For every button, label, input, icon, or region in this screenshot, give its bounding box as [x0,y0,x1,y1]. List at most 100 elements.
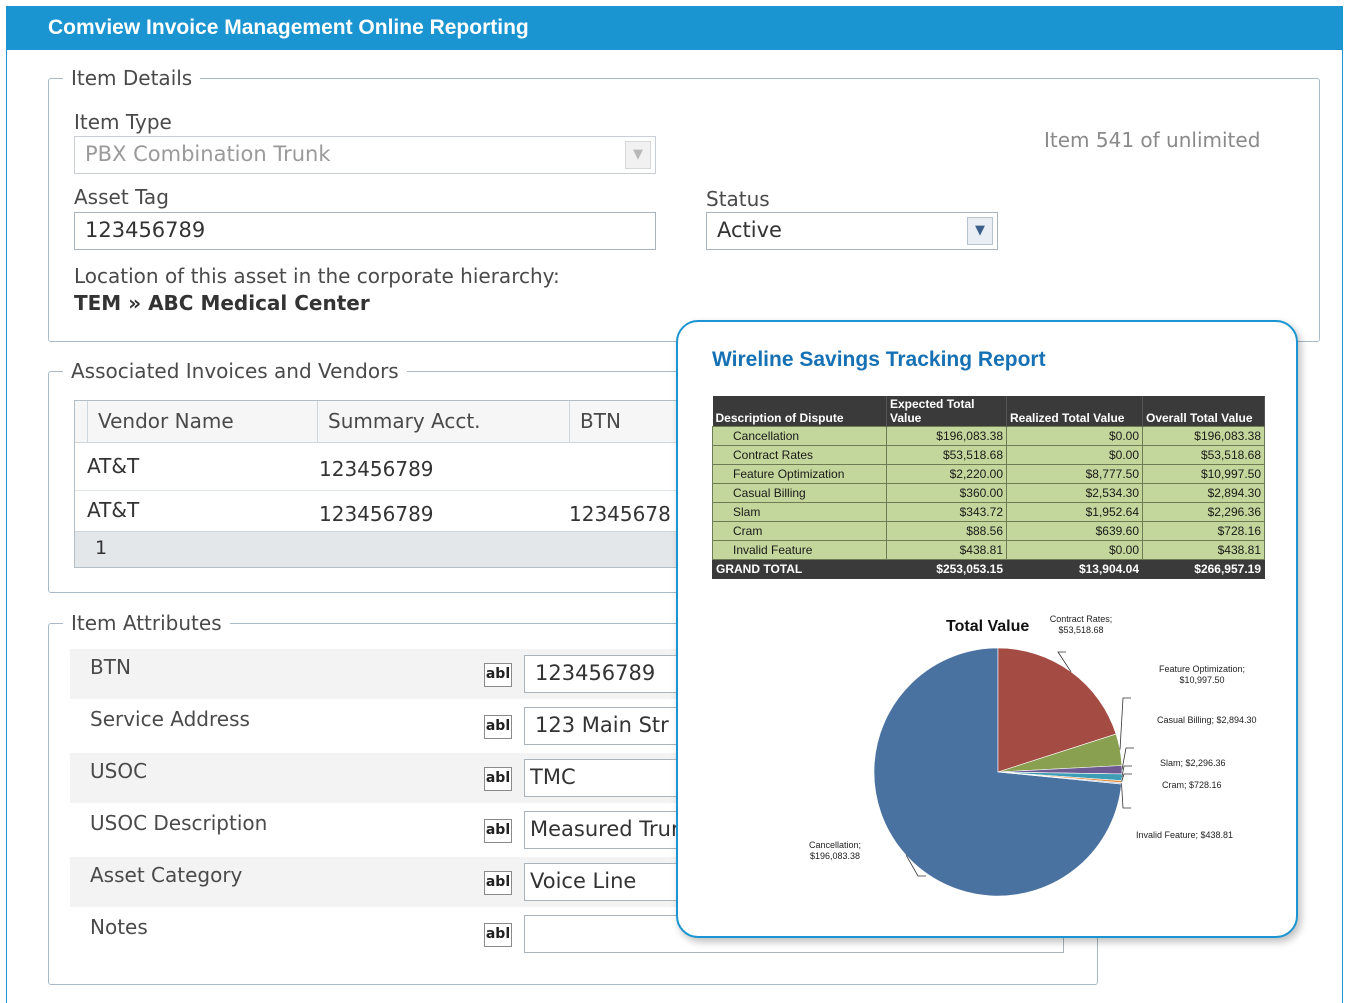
status-value: Active [717,218,782,242]
table-row: Feature Optimization $2,220.00 $8,777.50… [712,464,1265,484]
column-header[interactable]: Summary Acct. [317,401,569,443]
table-header-row: Description of Dispute Expected Total Va… [712,396,1265,427]
breadcrumb-separator: » [128,291,142,315]
table-cell: $53,518.68 [1142,445,1265,465]
table-cell: Slam [712,502,887,522]
summary-cell[interactable]: 123456789 [319,502,434,526]
table-cell: $360.00 [886,483,1007,503]
table-cell: $0.00 [1006,540,1143,560]
table-row: Cancellation $196,083.38 $0.00 $196,083.… [712,426,1265,446]
table-cell: $438.81 [886,540,1007,560]
text-field-icon: abl [484,819,512,843]
text-field-icon: abl [484,715,512,739]
attribute-label: USOC Description [90,811,268,835]
table-cell: $2,894.30 [1142,483,1265,503]
chevron-down-icon: ▼ [967,217,993,245]
leader-line [1119,697,1131,750]
attribute-label: Service Address [90,707,250,731]
summary-cell[interactable]: 123456789 [319,457,434,481]
table-row: Cram $88.56 $639.60 $728.16 [712,521,1265,541]
status-label: Status [706,187,770,211]
table-cell: $253,053.15 [886,559,1007,579]
table-cell: $266,957.19 [1142,559,1265,579]
pie-chart [873,647,1134,897]
column-header: Overall Total Value [1142,396,1265,427]
invoices-legend: Associated Invoices and Vendors [71,359,399,383]
table-cell: Contract Rates [712,445,887,465]
table-cell: $88.56 [886,521,1007,541]
invoices-grid: Vendor Name Summary Acct. BTN AT&T 12345… [74,400,684,568]
table-cell: $53,518.68 [886,445,1007,465]
table-row: Casual Billing $360.00 $2,534.30 $2,894.… [712,483,1265,503]
table-cell: $8,777.50 [1006,464,1143,484]
table-cell: $728.16 [1142,521,1265,541]
column-header[interactable]: Vendor Name [87,401,317,443]
text-field-icon: abl [484,923,512,947]
attribute-label: BTN [90,655,131,679]
dispute-table: Description of Dispute Expected Total Va… [712,396,1265,579]
table-cell: Cram [712,521,887,541]
pie-label: Contract Rates; $53,518.68 [1049,614,1113,635]
pie-label: Invalid Feature; $438.81 [1136,830,1234,840]
table-row: Contract Rates $53,518.68 $0.00 $53,518.… [712,445,1265,465]
asset-tag-label: Asset Tag [74,185,169,209]
page-number[interactable]: 1 [95,537,107,559]
text-field-icon: abl [484,871,512,895]
table-cell: $639.60 [1006,521,1143,541]
table-cell: GRAND TOTAL [712,559,887,579]
pie-label: Cancellation; $196,083.38 [808,840,862,861]
attribute-label: Notes [90,915,148,939]
table-cell: $196,083.38 [886,426,1007,446]
table-cell: Feature Optimization [712,464,887,484]
status-select[interactable]: Active ▼ [706,212,998,250]
item-type-label: Item Type [74,110,172,134]
table-cell: $0.00 [1006,445,1143,465]
text-field-icon: abl [484,767,512,791]
report-callout: Wireline Savings Tracking Report Descrip… [676,320,1298,938]
grid-header: Vendor Name Summary Acct. BTN [75,401,683,443]
pie-label: Feature Optimization; $10,997.50 [1158,664,1246,685]
location-breadcrumb: TEM » ABC Medical Center [74,291,370,315]
attribute-label: Asset Category [90,863,243,887]
table-cell: $0.00 [1006,426,1143,446]
table-cell: $2,296.36 [1142,502,1265,522]
item-type-value: PBX Combination Trunk [85,142,331,166]
breadcrumb-root[interactable]: TEM [74,291,121,315]
chevron-down-icon: ▼ [625,141,651,169]
column-header: Description of Dispute [712,396,887,427]
table-row: Invalid Feature $438.81 $0.00 $438.81 [712,540,1265,560]
breadcrumb-leaf: ABC Medical Center [148,291,370,315]
attributes-legend: Item Attributes [71,611,222,635]
leader-line [1121,773,1132,782]
leader-line [1121,783,1131,809]
item-count-label: Item 541 of unlimited [1044,128,1261,152]
row-divider [75,490,683,491]
table-cell: Cancellation [712,426,887,446]
column-header: Realized Total Value [1006,396,1143,427]
column-header[interactable]: BTN [569,401,683,443]
table-cell: $10,997.50 [1142,464,1265,484]
table-row: Slam $343.72 $1,952.64 $2,296.36 [712,502,1265,522]
pie-label: Cram; $728.16 [1162,780,1222,790]
item-details-legend: Item Details [71,66,193,90]
table-cell: $2,220.00 [886,464,1007,484]
table-cell: $343.72 [886,502,1007,522]
item-type-select[interactable]: PBX Combination Trunk ▼ [74,136,656,174]
table-cell: $196,083.38 [1142,426,1265,446]
table-cell: $438.81 [1142,540,1265,560]
column-header: Expected Total Value [886,396,1007,427]
table-cell: Invalid Feature [712,540,887,560]
table-cell: $1,952.64 [1006,502,1143,522]
pie-label: Slam; $2,296.36 [1160,758,1226,768]
table-cell: $13,904.04 [1006,559,1143,579]
table-cell: Casual Billing [712,483,887,503]
asset-tag-input[interactable]: 123456789 [74,212,656,250]
grand-total-row: GRAND TOTAL $253,053.15 $13,904.04 $266,… [712,559,1265,579]
attribute-label: USOC [90,759,148,783]
pie-label: Casual Billing; $2,894.30 [1157,715,1257,725]
vendor-cell[interactable]: AT&T [87,498,139,522]
btn-cell[interactable]: 12345678 [569,502,671,526]
vendor-cell[interactable]: AT&T [87,454,139,478]
grid-pager: 1 [75,531,683,567]
location-label: Location of this asset in the corporate … [74,264,560,288]
